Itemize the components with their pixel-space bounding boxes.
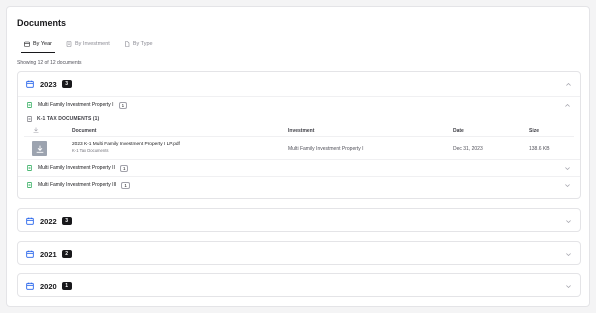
year-group-2020[interactable]: 2020 1 xyxy=(17,273,581,297)
calendar-icon xyxy=(26,217,34,225)
chevron-down-icon[interactable] xyxy=(565,251,572,258)
tab-label: By Year xyxy=(33,40,52,47)
chevron-up-icon[interactable] xyxy=(565,81,572,88)
count-badge: 3 xyxy=(61,80,72,88)
property-name: Multi Family Investment Property I xyxy=(38,102,114,108)
count-badge: 2 xyxy=(61,250,72,258)
column-header: Date xyxy=(453,128,464,134)
file-name[interactable]: 2023 K-1 Multi Family Investment Propert… xyxy=(72,142,180,147)
property-count: 1 xyxy=(121,181,130,189)
year-label: 2022 xyxy=(40,216,57,226)
investment-cell: Multi Family Investment Property I xyxy=(288,146,364,152)
year-header-2023[interactable]: 2023 3 xyxy=(18,72,580,96)
tab-by-type[interactable]: By Type xyxy=(121,39,156,53)
download-button[interactable] xyxy=(32,141,47,156)
calendar-icon xyxy=(26,250,34,258)
property-row[interactable]: Multi Family Investment Property II 1 xyxy=(18,159,580,176)
download-icon xyxy=(36,145,43,153)
column-header: Document xyxy=(72,128,97,134)
date-cell: Dec 31, 2023 xyxy=(453,146,483,152)
year-label: 2021 xyxy=(40,249,57,259)
page-title: Documents xyxy=(17,18,67,28)
results-count: Showing 12 of 12 documents xyxy=(17,60,82,66)
count-badge: 3 xyxy=(61,217,72,225)
document-icon xyxy=(27,115,32,122)
property-name: Multi Family Investment Property II xyxy=(38,165,115,171)
year-header-2021[interactable]: 2021 2 xyxy=(18,242,580,266)
document-icon xyxy=(27,102,32,108)
table-header: Document Investment Date Size xyxy=(24,124,574,136)
file-icon xyxy=(125,41,130,47)
calendar-icon xyxy=(26,282,34,290)
property-row[interactable]: Multi Family Investment Property I 1 xyxy=(18,96,580,113)
count-badge: 1 xyxy=(61,282,72,290)
column-header: Investment xyxy=(288,128,315,134)
category-label: K-1 TAX DOCUMENTS (1) xyxy=(37,115,100,122)
year-label: 2023 xyxy=(40,79,57,89)
tab-by-investment[interactable]: By Investment xyxy=(63,39,113,53)
category-row: K-1 TAX DOCUMENTS (1) xyxy=(18,113,580,124)
column-header: Size xyxy=(529,128,540,134)
year-group-2023: 2023 3 Multi Family Investment Property … xyxy=(17,71,581,199)
download-icon xyxy=(33,127,39,133)
year-header-2020[interactable]: 2020 1 xyxy=(18,274,580,298)
calendar-icon xyxy=(24,41,30,47)
building-icon xyxy=(66,41,72,47)
documents-table: Document Investment Date Size 2023 K-1 M… xyxy=(24,124,574,159)
calendar-icon xyxy=(26,80,34,88)
property-count: 1 xyxy=(119,164,129,172)
chevron-up-icon[interactable] xyxy=(564,102,571,109)
document-icon xyxy=(27,182,32,188)
chevron-down-icon[interactable] xyxy=(564,182,571,189)
property-name: Multi Family Investment Property III xyxy=(38,182,117,188)
chevron-down-icon[interactable] xyxy=(564,165,571,172)
property-count: 1 xyxy=(118,101,128,109)
chevron-down-icon[interactable] xyxy=(565,283,572,290)
table-row[interactable]: 2023 K-1 Multi Family Investment Propert… xyxy=(24,136,574,159)
chevron-down-icon[interactable] xyxy=(565,218,572,225)
document-icon xyxy=(27,165,32,171)
year-group-2021[interactable]: 2021 2 xyxy=(17,241,581,265)
year-label: 2020 xyxy=(40,281,57,291)
year-header-2022[interactable]: 2022 3 xyxy=(18,209,580,233)
tab-label: By Type xyxy=(132,41,153,47)
view-tabs: By Year By Investment By Type xyxy=(21,39,156,53)
file-category: K-1 Tax Documents xyxy=(72,148,109,153)
property-row[interactable]: Multi Family Investment Property III 1 xyxy=(18,176,580,193)
size-cell: 138.6 KB xyxy=(529,146,550,152)
documents-panel: Documents By Year By Investment By Type … xyxy=(6,6,590,307)
tab-by-year[interactable]: By Year xyxy=(21,39,55,53)
year-group-2022[interactable]: 2022 3 xyxy=(17,208,581,232)
tab-label: By Investment xyxy=(74,41,110,47)
